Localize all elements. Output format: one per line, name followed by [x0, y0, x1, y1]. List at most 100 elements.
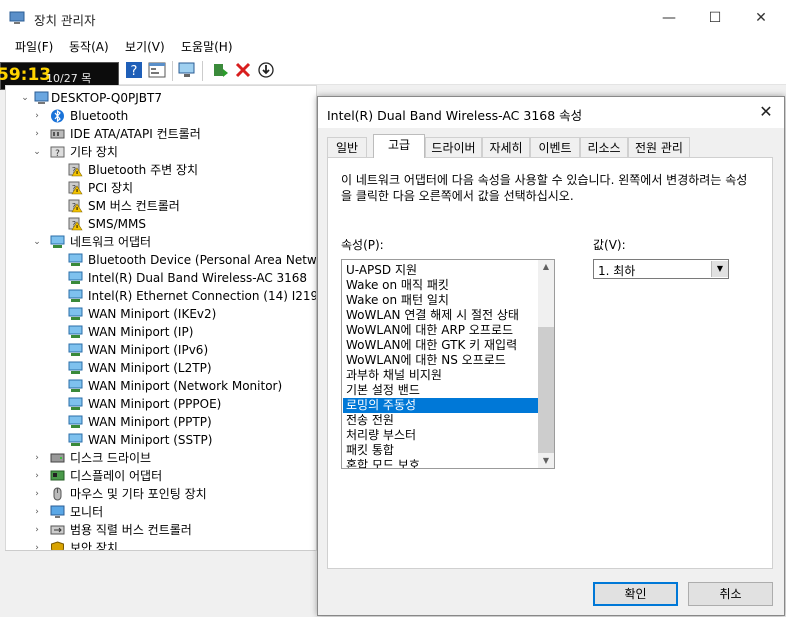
tree-root-label: DESKTOP-Q0PJBT7: [51, 91, 162, 105]
menu-bar: [0, 36, 786, 58]
property-list-item[interactable]: 패킷 통합: [343, 443, 538, 458]
menu-action[interactable]: 동작(A): [69, 38, 109, 55]
properties-dialog: Intel(R) Dual Band Wireless-AC 3168 속성 ✕…: [317, 96, 785, 616]
tab-details[interactable]: 자세히: [482, 137, 530, 157]
monitor-icon: [50, 505, 65, 518]
tab-advanced[interactable]: 고급: [373, 134, 425, 158]
disk-drive-icon: [50, 453, 65, 463]
cancel-button[interactable]: 취소: [688, 582, 773, 606]
property-list-item[interactable]: Wake on 패턴 일치: [343, 293, 538, 308]
uninstall-icon[interactable]: [234, 61, 252, 79]
property-list-item[interactable]: 혼합 모드 보호: [343, 458, 538, 468]
clock-date: 10/27 목: [46, 72, 92, 85]
network-adapter-icon: [68, 397, 83, 410]
network-adapter-icon: [68, 415, 83, 428]
scroll-up-icon[interactable]: ▲: [538, 260, 554, 274]
property-list-item[interactable]: 기본 설정 밴드: [343, 383, 538, 398]
usb-controller-icon: [50, 525, 65, 535]
clock-time: 59:13: [0, 65, 52, 85]
tree-item-label: WAN Miniport (L2TP): [88, 361, 212, 375]
tree-item-label: 모니터: [70, 505, 104, 519]
property-list-item[interactable]: 과부하 채널 비지원: [343, 368, 538, 383]
enable-device-icon[interactable]: [257, 61, 275, 79]
svg-text:?: ?: [55, 149, 60, 159]
maximize-button[interactable]: ☐: [692, 0, 738, 36]
property-list-item[interactable]: WoWLAN에 대한 ARP 오프로드: [343, 323, 538, 338]
tree-item-label: IDE ATA/ATAPI 컨트롤러: [70, 127, 201, 141]
network-adapter-icon: [68, 361, 83, 374]
tree-item-label: 디스크 드라이브: [70, 451, 152, 465]
tab-power-management[interactable]: 전원 관리: [628, 137, 690, 157]
property-list-item[interactable]: WoWLAN 연결 해제 시 절전 상태: [343, 308, 538, 323]
value-dropdown[interactable]: 1. 최하 ▼: [593, 259, 729, 279]
menu-file[interactable]: 파일(F): [15, 38, 53, 55]
tree-item-label: WAN Miniport (IPv6): [88, 343, 209, 357]
device-tree[interactable]: ⌄ DESKTOP-Q0PJBT7 › Bluetooth › IDE ATA/ATA…: [5, 85, 317, 551]
property-label: 속성(P):: [341, 238, 384, 252]
tree-item-label: WAN Miniport (PPPOE): [88, 397, 222, 411]
property-list-item[interactable]: U-APSD 지원: [343, 263, 538, 278]
tab-driver[interactable]: 드라이버: [425, 137, 482, 157]
tree-item-label: WAN Miniport (PPTP): [88, 415, 212, 429]
scroll-down-icon[interactable]: ▼: [538, 454, 554, 468]
update-driver-icon[interactable]: [211, 61, 229, 79]
dialog-title: Intel(R) Dual Band Wireless-AC 3168 속성: [327, 108, 583, 123]
property-list-item[interactable]: WoWLAN에 대한 NS 오프로드: [343, 353, 538, 368]
ok-button[interactable]: 확인: [593, 582, 678, 606]
warning-device-icon: ?: [68, 163, 83, 177]
property-list-item[interactable]: 로밍의 주동성: [343, 398, 538, 413]
network-adapter-icon: [68, 379, 83, 392]
toolbar-separator: [172, 61, 173, 81]
bluetooth-icon: [51, 109, 64, 123]
warning-device-icon: ?: [68, 199, 83, 213]
tree-item-label: WAN Miniport (SSTP): [88, 433, 213, 447]
window-title: 장치 관리자: [34, 13, 96, 28]
tab-resources[interactable]: 리소스: [580, 137, 628, 157]
tree-item-label: Intel(R) Ethernet Connection (14) I219-V: [88, 289, 317, 303]
expand-icon[interactable]: ›: [32, 485, 42, 503]
collapse-icon[interactable]: ⌄: [32, 143, 42, 161]
network-adapter-icon: [68, 325, 83, 338]
property-list-item[interactable]: Wake on 매직 패킷: [343, 278, 538, 293]
tab-events[interactable]: 이벤트: [530, 137, 580, 157]
property-list[interactable]: U-APSD 지원 Wake on 매직 패킷 Wake on 패턴 일치 WoWLA…: [341, 259, 555, 469]
tree-item-label: 기타 장치: [70, 145, 118, 159]
tree-item-label: SMS/MMS: [88, 217, 146, 231]
expand-icon[interactable]: ›: [32, 107, 42, 125]
network-adapter-icon: [68, 289, 83, 302]
device-manager-icon: [9, 11, 25, 24]
minimize-button[interactable]: —: [646, 0, 692, 36]
description-text: 이 네트워크 어댑터에 다음 속성을 사용할 수 있습니다. 왼쪽에서 변경하려…: [341, 173, 748, 203]
scan-hardware-icon[interactable]: [178, 61, 196, 79]
scrollbar-thumb[interactable]: [538, 327, 554, 453]
svg-text:?: ?: [131, 64, 138, 79]
network-adapter-icon: [68, 253, 83, 266]
dialog-title-bar: Intel(R) Dual Band Wireless-AC 3168 속성 ✕: [318, 97, 784, 128]
tree-item-label: WAN Miniport (IKEv2): [88, 307, 217, 321]
network-adapter-icon: [68, 271, 83, 284]
property-list-item[interactable]: WoWLAN에 대한 GTK 키 재입력: [343, 338, 538, 353]
menu-help[interactable]: 도움말(H): [181, 38, 233, 55]
properties-icon[interactable]: [148, 61, 166, 79]
close-button[interactable]: ✕: [738, 0, 784, 36]
property-list-item[interactable]: 전송 전원: [343, 413, 538, 428]
property-list-scrollbar[interactable]: ▲ ▼: [538, 260, 554, 468]
expand-icon[interactable]: ›: [32, 503, 42, 521]
property-list-item[interactable]: 처리량 부스터: [343, 428, 538, 443]
collapse-icon[interactable]: ⌄: [20, 89, 30, 107]
tree-item-label: Intel(R) Dual Band Wireless-AC 3168: [88, 271, 308, 285]
tab-general[interactable]: 일반: [327, 137, 367, 157]
help-icon[interactable]: ?: [125, 61, 143, 79]
value-dropdown-selected: 1. 최하: [598, 264, 636, 278]
expand-icon[interactable]: ›: [32, 125, 42, 143]
expand-icon[interactable]: ›: [32, 521, 42, 539]
chevron-down-icon[interactable]: ▼: [711, 261, 728, 277]
menu-view[interactable]: 보기(V): [125, 38, 165, 55]
expand-icon[interactable]: ›: [32, 467, 42, 485]
collapse-icon[interactable]: ⌄: [32, 233, 42, 251]
dialog-close-button[interactable]: ✕: [754, 101, 778, 123]
tree-item-label: Bluetooth 주변 장치: [88, 163, 199, 177]
title-bar: 장치 관리자 — ☐ ✕: [0, 0, 786, 36]
other-devices-icon: ?: [50, 146, 65, 159]
expand-icon[interactable]: ›: [32, 449, 42, 467]
